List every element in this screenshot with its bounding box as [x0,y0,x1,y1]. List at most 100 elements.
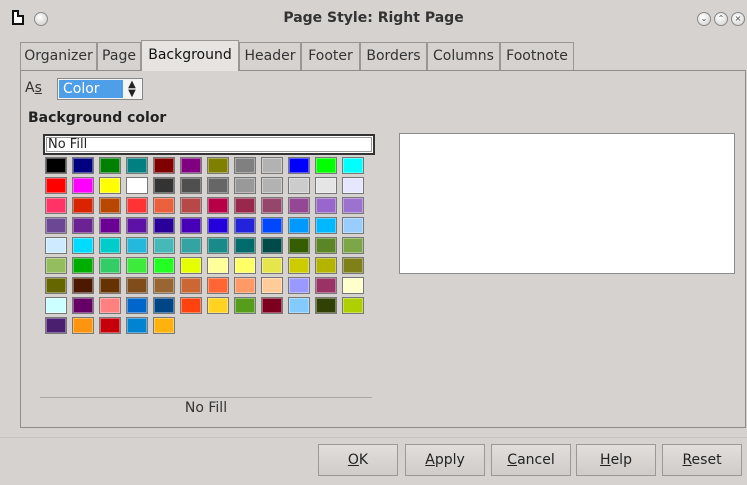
color-swatch[interactable] [342,217,364,234]
color-swatch[interactable] [288,157,310,174]
color-swatch[interactable] [126,157,148,174]
color-swatch[interactable] [234,217,256,234]
color-swatch[interactable] [153,197,175,214]
color-swatch[interactable] [207,177,229,194]
color-swatch[interactable] [72,197,94,214]
color-swatch[interactable] [315,237,337,254]
color-swatch[interactable] [72,317,94,334]
color-swatch[interactable] [288,197,310,214]
color-swatch[interactable] [45,277,67,294]
color-swatch[interactable] [207,197,229,214]
color-swatch[interactable] [261,157,283,174]
color-swatch[interactable] [207,277,229,294]
color-swatch[interactable] [72,277,94,294]
color-swatch[interactable] [261,257,283,274]
color-swatch[interactable] [315,297,337,314]
color-swatch[interactable] [45,237,67,254]
color-swatch[interactable] [72,177,94,194]
color-swatch[interactable] [180,157,202,174]
color-swatch[interactable] [72,237,94,254]
color-swatch[interactable] [99,257,121,274]
color-swatch[interactable] [342,257,364,274]
color-swatch[interactable] [261,297,283,314]
color-swatch[interactable] [126,217,148,234]
color-swatch[interactable] [207,297,229,314]
tab-columns[interactable]: Columns [427,42,500,70]
color-swatch[interactable] [342,157,364,174]
color-swatch[interactable] [234,257,256,274]
tab-header[interactable]: Header [239,42,301,70]
color-swatch[interactable] [207,217,229,234]
color-swatch[interactable] [315,197,337,214]
color-swatch[interactable] [72,297,94,314]
color-swatch[interactable] [126,257,148,274]
color-swatch[interactable] [45,157,67,174]
color-swatch[interactable] [261,237,283,254]
color-swatch[interactable] [234,237,256,254]
color-swatch[interactable] [126,197,148,214]
color-swatch[interactable] [342,237,364,254]
color-swatch[interactable] [45,177,67,194]
cancel-button[interactable]: Cancel [491,444,571,476]
color-swatch[interactable] [126,237,148,254]
color-swatch[interactable] [261,197,283,214]
color-swatch[interactable] [45,217,67,234]
color-swatch[interactable] [315,157,337,174]
color-swatch[interactable] [207,257,229,274]
color-swatch[interactable] [72,257,94,274]
color-swatch[interactable] [45,317,67,334]
color-swatch[interactable] [288,237,310,254]
color-swatch[interactable] [153,297,175,314]
color-swatch[interactable] [99,217,121,234]
color-swatch[interactable] [126,317,148,334]
color-swatch[interactable] [234,197,256,214]
tab-footnote[interactable]: Footnote [500,42,574,70]
color-swatch[interactable] [99,277,121,294]
color-swatch[interactable] [99,317,121,334]
color-swatch[interactable] [99,297,121,314]
minimize-icon[interactable]: ⌄ [697,12,711,26]
color-swatch[interactable] [180,277,202,294]
color-swatch[interactable] [234,297,256,314]
color-swatch[interactable] [315,257,337,274]
color-swatch[interactable] [126,177,148,194]
color-swatch[interactable] [180,257,202,274]
color-swatch[interactable] [99,157,121,174]
no-fill-option[interactable]: No Fill [43,134,375,155]
color-swatch[interactable] [288,277,310,294]
color-swatch[interactable] [153,217,175,234]
color-swatch[interactable] [99,237,121,254]
color-swatch[interactable] [99,197,121,214]
color-swatch[interactable] [261,217,283,234]
color-swatch[interactable] [288,257,310,274]
color-swatch[interactable] [342,297,364,314]
color-swatch[interactable] [180,177,202,194]
color-swatch[interactable] [180,197,202,214]
color-swatch[interactable] [234,177,256,194]
color-swatch[interactable] [180,217,202,234]
help-button[interactable]: Help [576,444,656,476]
color-swatch[interactable] [153,317,175,334]
color-swatch[interactable] [180,237,202,254]
color-swatch[interactable] [315,217,337,234]
color-swatch[interactable] [315,177,337,194]
color-swatch[interactable] [234,157,256,174]
color-swatch[interactable] [45,197,67,214]
color-swatch[interactable] [288,177,310,194]
tab-borders[interactable]: Borders [360,42,427,70]
apply-button[interactable]: Apply [405,444,485,476]
color-swatch[interactable] [261,277,283,294]
spin-updown-icon[interactable]: ▲ ▼ [124,80,140,99]
color-swatch[interactable] [207,157,229,174]
as-type-select[interactable]: Color ▲ ▼ [57,78,143,100]
color-swatch[interactable] [153,177,175,194]
color-swatch[interactable] [45,297,67,314]
color-swatch[interactable] [153,277,175,294]
ok-button[interactable]: OK [318,444,398,476]
color-swatch[interactable] [288,297,310,314]
tab-background[interactable]: Background [141,40,239,71]
color-swatch[interactable] [45,257,67,274]
color-swatch[interactable] [342,197,364,214]
color-swatch[interactable] [126,277,148,294]
reset-button[interactable]: Reset [662,444,742,476]
